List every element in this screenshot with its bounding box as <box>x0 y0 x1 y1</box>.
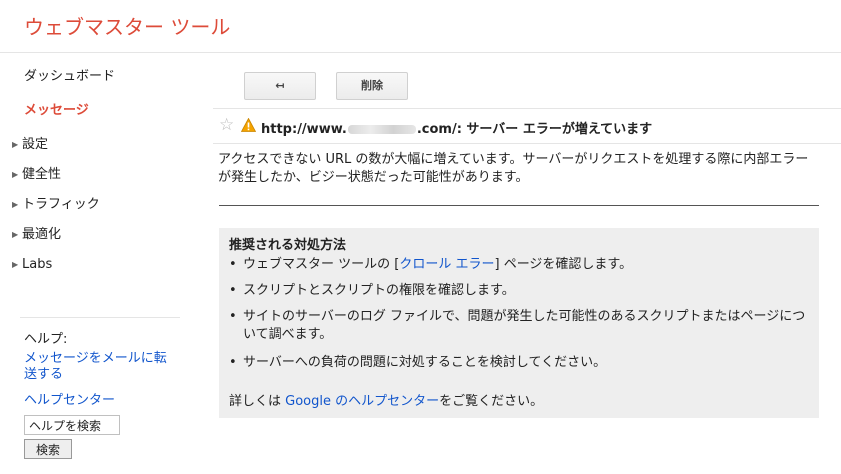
subject-text: .com/: サーバー エラーが増えています <box>416 122 653 137</box>
recommendations-title: 推奨される対処方法 <box>229 238 347 253</box>
list-item-text: サイトのサーバーのログ ファイルで、問題が発生した可能性のあるスクリプトまたはペ… <box>243 309 806 342</box>
sidebar-item-label: 最適化 <box>22 227 62 242</box>
recommendations-panel: 推奨される対処方法 • ウェブマスター ツールの [クロール エラー] ページを… <box>219 228 819 418</box>
subject-url-prefix: http://www. <box>261 122 347 137</box>
back-arrow-icon: ↤ <box>275 79 285 92</box>
sidebar-item-label: トラフィック <box>22 197 100 212</box>
help-center-link[interactable]: ヘルプセンター <box>24 389 115 408</box>
text-fragment: ウェブマスター ツールの [ <box>243 257 400 272</box>
text-fragment: 詳しくは <box>229 394 286 409</box>
header: ウェブマスター ツール <box>0 0 841 53</box>
sidebar-item-label: Labs <box>22 257 53 272</box>
triangle-right-icon: ▶ <box>12 140 19 149</box>
sidebar-item-label: メッセージ <box>24 103 89 118</box>
triangle-right-icon: ▶ <box>12 230 19 239</box>
bullet: • <box>229 283 237 298</box>
forward-messages-link[interactable]: メッセージをメールに転送する <box>24 351 174 383</box>
help-search-button[interactable]: 検索 <box>24 439 72 459</box>
list-item: • ウェブマスター ツールの [クロール エラー] ページを確認します。 <box>229 256 809 274</box>
crawl-errors-link[interactable]: クロール エラー <box>399 257 494 272</box>
star-icon[interactable]: ☆ <box>219 115 234 135</box>
sidebar: ダッシュボード メッセージ ▶ 設定 ▶ 健全性 ▶ トラフィック ▶ 最適化 … <box>0 52 190 474</box>
google-help-center-link[interactable]: Google のヘルプセンター <box>285 394 439 409</box>
app-title[interactable]: ウェブマスター ツール <box>24 11 230 40</box>
bullet: • <box>229 257 237 272</box>
message-subject-divider <box>213 143 841 144</box>
redacted-domain <box>347 125 416 134</box>
text-fragment: をご覧ください。 <box>439 394 544 409</box>
sidebar-item-label: 健全性 <box>22 167 62 182</box>
bullet: • <box>229 355 237 370</box>
list-item-text: ウェブマスター ツールの [クロール エラー] ページを確認します。 <box>243 256 809 274</box>
message-header-divider <box>213 108 841 109</box>
recommendations-footer: 詳しくは Google のヘルプセンターをご覧ください。 <box>229 390 543 409</box>
bullet: • <box>229 309 237 324</box>
help-title: ヘルプ: <box>24 332 68 347</box>
list-item: • サーバーへの負荷の問題に対処することを検討してください。 <box>229 354 809 372</box>
text-fragment: ] ページを確認します。 <box>494 257 633 272</box>
triangle-right-icon: ▶ <box>12 260 19 269</box>
warning-icon <box>241 118 256 132</box>
back-button[interactable]: ↤ <box>244 72 316 100</box>
triangle-right-icon: ▶ <box>12 170 19 179</box>
delete-button[interactable]: 削除 <box>336 72 408 100</box>
help-search-input[interactable] <box>24 415 120 435</box>
list-item: • スクリプトとスクリプトの権限を確認します。 <box>229 282 809 300</box>
sidebar-item-label: 設定 <box>22 137 49 152</box>
sidebar-item-label: ダッシュボード <box>24 69 116 84</box>
sidebar-divider <box>20 317 180 318</box>
message-body: アクセスできない URL の数が大幅に増えています。サーバーがリクエストを処理す… <box>218 152 809 185</box>
list-item: • サイトのサーバーのログ ファイルで、問題が発生した可能性のあるスクリプトまた… <box>229 308 809 344</box>
message-body-divider <box>219 205 819 206</box>
triangle-right-icon: ▶ <box>12 200 19 209</box>
list-item-text: スクリプトとスクリプトの権限を確認します。 <box>243 283 515 298</box>
message-subject: http://www. .com/: サーバー エラーが増えています <box>261 118 652 137</box>
list-item-text: サーバーへの負荷の問題に対処することを検討してください。 <box>243 355 607 370</box>
